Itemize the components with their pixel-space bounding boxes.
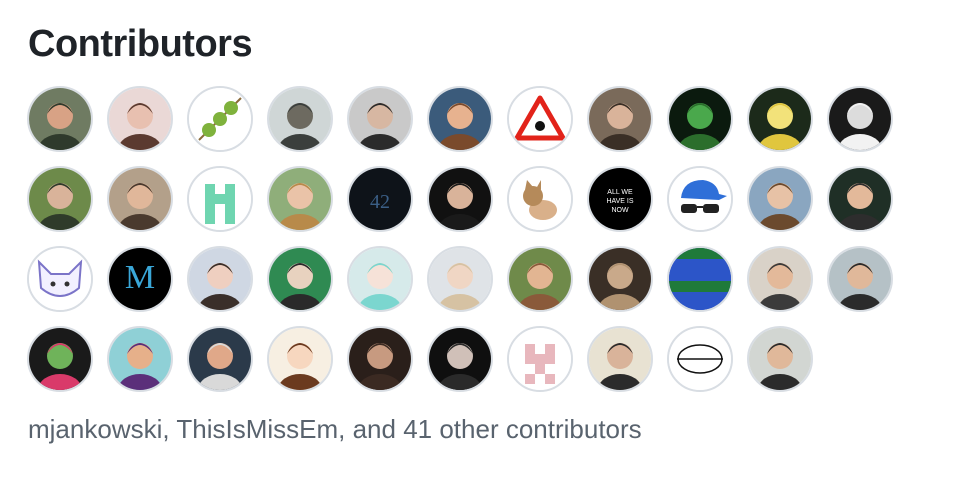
contributors-heading: Contributors [28,23,253,65]
contributor-avatar[interactable] [107,326,173,392]
contributor-avatar[interactable] [667,166,733,232]
avatar-image [429,328,491,390]
contributor-avatar[interactable] [667,86,733,152]
contributor-avatar[interactable] [427,326,493,392]
contributor-avatar[interactable] [27,326,93,392]
avatar-image [269,88,331,150]
avatar-image [29,88,91,150]
avatar-image [669,328,731,390]
contributor-avatar[interactable] [27,166,93,232]
contributor-avatar[interactable] [107,166,173,232]
contributor-avatar[interactable] [587,86,653,152]
avatar-image [509,328,571,390]
avatar-image [349,248,411,310]
avatar-image [509,88,571,150]
avatar-image [429,248,491,310]
contributor-avatar[interactable] [347,326,413,392]
avatar-image [589,88,651,150]
avatar-image [829,248,891,310]
avatar-text: 42 [370,191,390,213]
avatar-image [189,328,251,390]
contributor-avatar[interactable] [27,86,93,152]
avatar-image: 42 [349,168,411,230]
contributor-avatar[interactable] [587,326,653,392]
contributor-avatar[interactable] [747,166,813,232]
contributor-avatar[interactable] [347,246,413,312]
contributor-avatar[interactable] [667,246,733,312]
contributors-summary: mjankowski, ThisIsMissEm, and 41 other c… [28,412,642,446]
avatar-image [429,88,491,150]
contributor-avatar[interactable]: ALL WE HAVE IS NOW [587,166,653,232]
avatar-image [269,328,331,390]
avatar-image [109,328,171,390]
avatar-image [189,248,251,310]
avatar-image [189,88,251,150]
avatar-image [29,328,91,390]
contributor-avatar[interactable] [507,246,573,312]
contributor-avatar[interactable] [267,86,333,152]
avatar-image [589,248,651,310]
contributor-avatar[interactable] [827,166,893,232]
avatar-image [749,88,811,150]
contributor-avatar[interactable] [107,86,173,152]
contributor-avatar[interactable] [507,86,573,152]
contributor-avatar[interactable] [507,166,573,232]
other-contributors-link[interactable]: 41 other contributors [403,414,641,444]
avatar-image [349,328,411,390]
contributor-avatar[interactable] [427,86,493,152]
contributor-avatar[interactable] [187,246,253,312]
avatar-image [429,168,491,230]
contributor-avatar[interactable] [667,326,733,392]
contributor-avatar[interactable] [27,246,93,312]
avatar-image [829,88,891,150]
avatar-image [829,168,891,230]
contributor-avatar[interactable]: 42 [347,166,413,232]
avatar-image [669,248,731,310]
avatar-image [109,88,171,150]
contributor-avatar[interactable] [587,246,653,312]
avatar-image: M [109,248,171,310]
contributor-avatar[interactable] [507,326,573,392]
contributor-avatar[interactable] [747,86,813,152]
avatar-image [29,248,91,310]
contributor-avatar[interactable] [187,86,253,152]
avatar-image [109,168,171,230]
avatar-image [669,168,731,230]
contributor-avatar[interactable] [187,166,253,232]
contributor-avatar[interactable] [187,326,253,392]
contributor-avatar[interactable] [267,326,333,392]
summary-separator: , [162,414,177,444]
avatar-image [29,168,91,230]
avatar-image [749,168,811,230]
contributor-avatar[interactable] [827,86,893,152]
contributor-avatar[interactable] [747,246,813,312]
contributor-avatar[interactable] [347,86,413,152]
avatar-grid: 42 ALL WE HAVE IS NOW M [27,86,893,406]
avatar-image [509,168,571,230]
avatar-image [189,168,251,230]
contributor-avatar[interactable] [427,166,493,232]
avatar-text: M [125,259,155,296]
avatar-image [749,328,811,390]
avatar-image: ALL WE HAVE IS NOW [589,168,651,230]
contributors-panel: Contributors 42 ALL WE HAVE IS NOW M mjankow… [0,0,968,478]
contributor-avatar[interactable] [267,246,333,312]
contributor-avatar[interactable] [747,326,813,392]
avatar-image [269,168,331,230]
contributor-avatar[interactable] [427,246,493,312]
contributor-avatar[interactable] [827,246,893,312]
contributor-avatar[interactable]: M [107,246,173,312]
avatar-image [509,248,571,310]
summary-separator: , and [338,414,404,444]
contributor-avatar[interactable] [267,166,333,232]
avatar-image [349,88,411,150]
avatar-image [669,88,731,150]
avatar-image [589,328,651,390]
contributor-link-thisismissem[interactable]: ThisIsMissEm [176,414,338,444]
avatar-image [749,248,811,310]
avatar-image [269,248,331,310]
contributor-link-mjankowski[interactable]: mjankowski [28,414,162,444]
